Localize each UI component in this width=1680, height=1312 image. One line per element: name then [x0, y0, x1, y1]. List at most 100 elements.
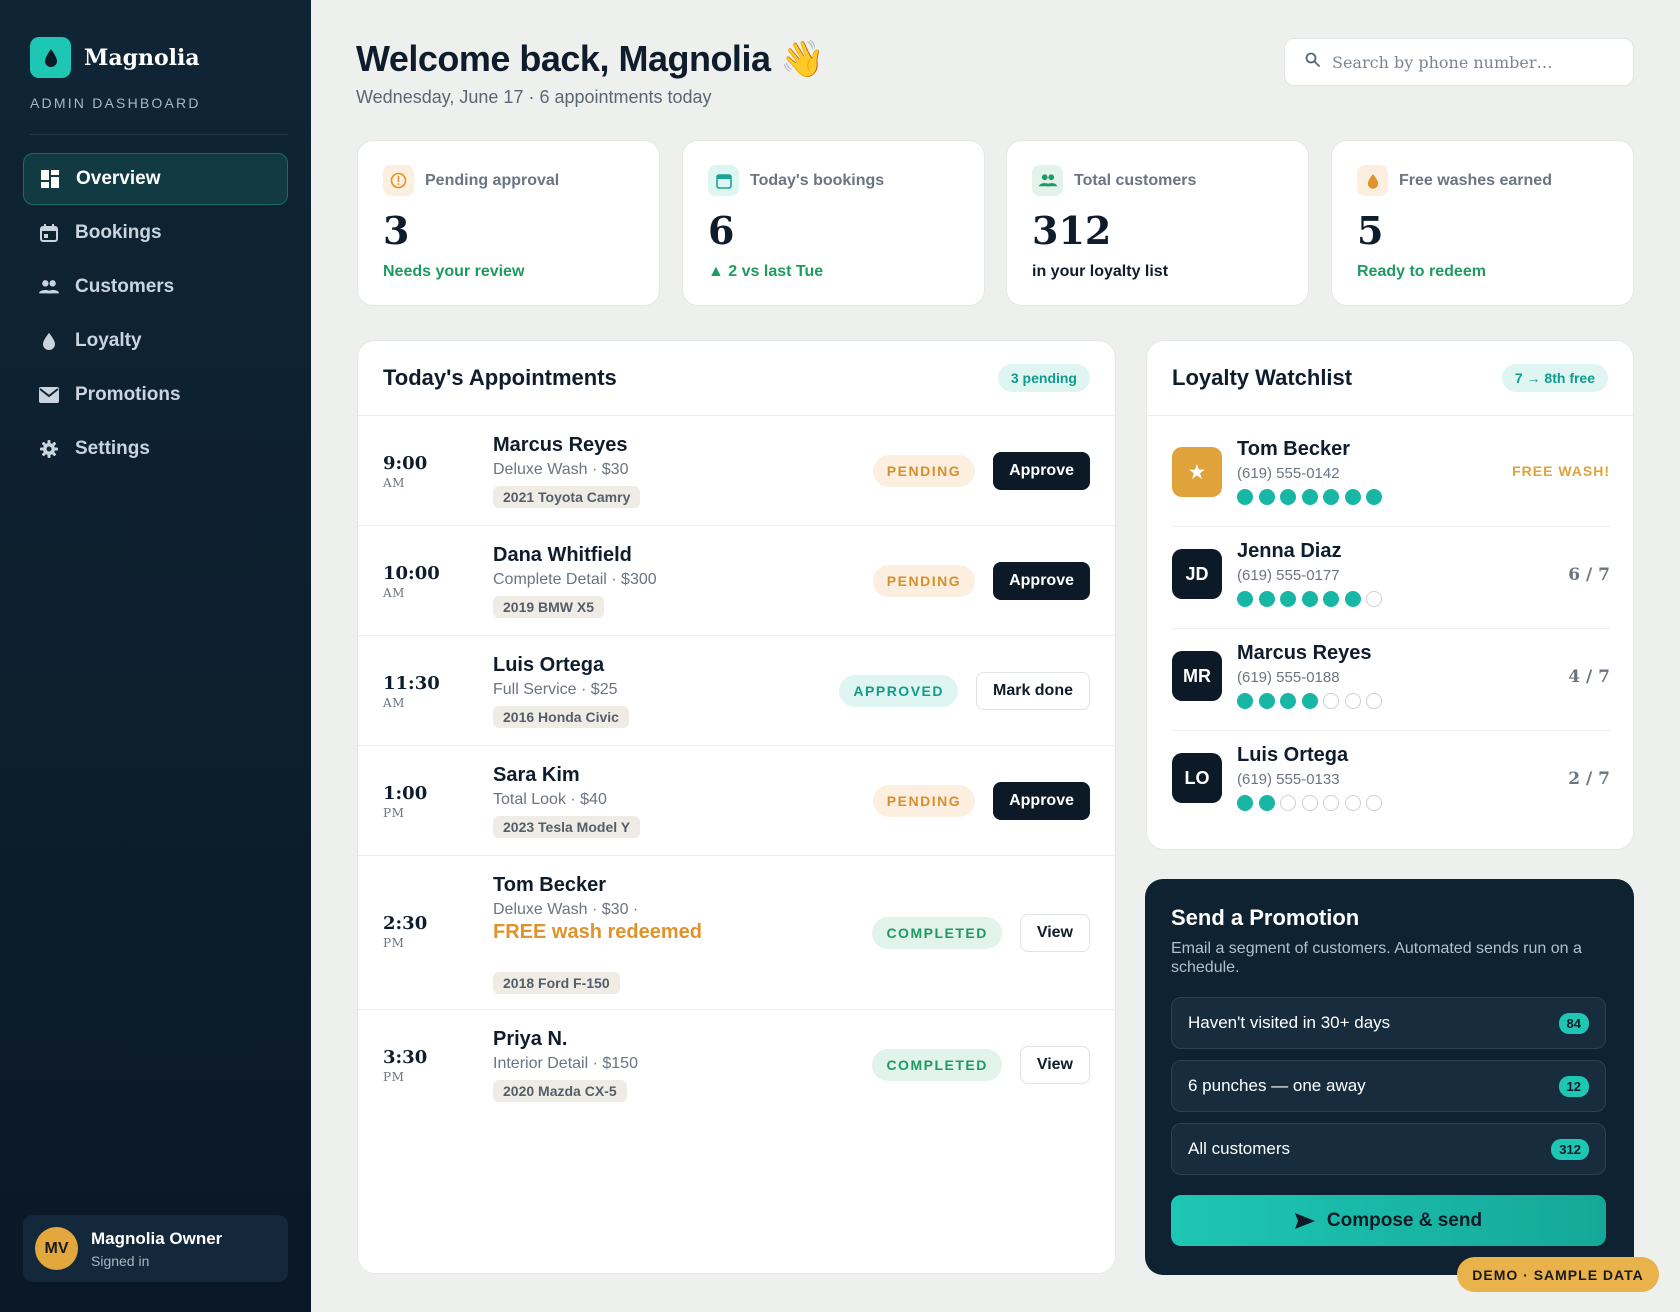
service: Complete Detail · $300 — [493, 571, 657, 588]
approve-button[interactable]: Approve — [993, 782, 1090, 820]
punch-filled — [1237, 693, 1253, 709]
appointment-row[interactable]: 3:30 PM Priya N. Interior Detail · $150 2… — [358, 1010, 1115, 1120]
status-badge: PENDING — [872, 455, 976, 487]
calendar-icon — [708, 165, 739, 196]
promotion-panel: Send a Promotion Email a segment of cust… — [1145, 879, 1634, 1275]
sidebar-divider — [30, 134, 288, 135]
people-icon — [39, 277, 59, 297]
punch-filled — [1280, 693, 1296, 709]
segment-option[interactable]: 6 punches — one away 12 — [1171, 1060, 1606, 1112]
promotion-title: Send a Promotion — [1171, 905, 1360, 930]
punch-filled — [1301, 591, 1318, 607]
avatar: JD — [1172, 549, 1222, 599]
loyalty-watchlist-panel: Loyalty Watchlist 7 → 8th free ★ Tom Bec… — [1146, 340, 1634, 850]
sidebar-item-label: Loyalty — [75, 330, 142, 351]
status-badge: COMPLETED — [872, 917, 1002, 949]
sidebar-item-settings[interactable]: Settings — [23, 423, 288, 475]
punch-empty — [1301, 795, 1318, 811]
loyalty-row[interactable]: LO Luis Ortega (619) 555-0133 2 / 7 — [1172, 731, 1610, 833]
appointment-time: 11:30 — [383, 673, 440, 694]
sidebar-item-overview[interactable]: Overview — [23, 153, 288, 205]
customer-name: Sara Kim — [493, 764, 580, 786]
segment-count: 84 — [1558, 1012, 1589, 1034]
appointment-ampm: AM — [383, 586, 405, 600]
avatar: MV — [35, 1227, 78, 1270]
stat-value: 5 — [1357, 208, 1384, 253]
loyalty-row[interactable]: ★ Tom Becker (619) 555-0142 FREE WASH! — [1172, 425, 1610, 527]
free-wash-label: FREE WASH! — [1512, 463, 1610, 479]
appointments-title: Today's Appointments — [383, 365, 617, 390]
promotion-description: Email a segment of customers. Automated … — [1171, 940, 1582, 976]
appointment-row[interactable]: 1:00 PM Sara Kim Total Look · $40 2023 Te… — [358, 746, 1115, 856]
customer-name: Tom Becker — [1237, 438, 1351, 460]
punch-empty — [1323, 693, 1339, 709]
punch-count: 2 / 7 — [1568, 769, 1610, 789]
stat-value: 3 — [383, 208, 410, 253]
customer-phone: (619) 555-0142 — [1237, 465, 1340, 482]
loyalty-row[interactable]: JD Jenna Diaz (619) 555-0177 6 / 7 — [1172, 527, 1610, 629]
approve-button[interactable]: Approve — [993, 562, 1090, 600]
search-input[interactable] — [1332, 52, 1612, 72]
mark-done-button[interactable]: Mark done — [975, 672, 1090, 710]
stat-note: in your loyalty list — [1032, 263, 1169, 280]
appointment-row[interactable]: 9:00 AM Marcus Reyes Deluxe Wash · $30 20… — [358, 416, 1115, 526]
approve-button[interactable]: Approve — [993, 452, 1090, 490]
compose-send-button[interactable]: Compose & send — [1171, 1195, 1606, 1246]
punch-empty — [1344, 693, 1361, 709]
customer-name: Luis Ortega — [1237, 744, 1349, 766]
appointment-row[interactable]: 10:00 AM Dana Whitfield Complete Detail ·… — [358, 526, 1115, 636]
stat-card-free-washes[interactable]: Free washes earned 5 Ready to redeem — [1331, 140, 1634, 306]
stat-note: Needs your review — [383, 263, 525, 280]
punch-empty — [1366, 693, 1382, 709]
segment-option[interactable]: Haven't visited in 30+ days 84 — [1171, 997, 1606, 1049]
sidebar-item-promotions[interactable]: Promotions — [23, 369, 288, 421]
avatar: LO — [1172, 753, 1222, 803]
punch-filled — [1237, 489, 1253, 505]
punch-card — [1237, 795, 1388, 811]
punch-filled — [1323, 489, 1339, 505]
sidebar-item-loyalty[interactable]: Loyalty — [23, 315, 288, 367]
customer-name: Dana Whitfield — [493, 544, 632, 566]
appointment-ampm: AM — [383, 476, 405, 490]
punch-filled — [1258, 693, 1275, 709]
sidebar-item-bookings[interactable]: Bookings — [23, 207, 288, 259]
sidebar-item-customers[interactable]: Customers — [23, 261, 288, 313]
segment-count: 312 — [1551, 1138, 1589, 1160]
droplet-icon — [39, 331, 59, 351]
appointment-row[interactable]: 11:30 AM Luis Ortega Full Service · $25 2… — [358, 636, 1115, 746]
appointment-ampm: PM — [383, 936, 405, 950]
brand[interactable]: Magnolia — [30, 37, 200, 78]
car-tag: 2018 Ford F-150 — [493, 972, 620, 994]
brand-name: Magnolia — [84, 44, 200, 71]
view-button[interactable]: View — [1019, 914, 1090, 952]
punch-filled — [1366, 489, 1382, 505]
appointment-ampm: AM — [383, 696, 405, 710]
droplet-icon — [1357, 165, 1388, 196]
stat-card-bookings[interactable]: Today's bookings 6 ▲ 2 vs last Tue — [682, 140, 985, 306]
stat-label: Today's bookings — [750, 171, 885, 189]
status-badge: APPROVED — [839, 675, 958, 707]
appointment-row[interactable]: 2:30 PM Tom Becker Deluxe Wash · $30 · FR… — [358, 856, 1115, 1010]
stat-card-pending[interactable]: Pending approval 3 Needs your review — [357, 140, 660, 306]
punch-empty — [1366, 591, 1382, 607]
punch-filled — [1301, 489, 1318, 505]
demo-badge: DEMO · SAMPLE DATA — [1457, 1257, 1659, 1292]
punch-card — [1237, 591, 1388, 607]
view-button[interactable]: View — [1019, 1046, 1090, 1084]
loyalty-title: Loyalty Watchlist — [1172, 365, 1353, 390]
loyalty-row[interactable]: MR Marcus Reyes (619) 555-0188 4 / 7 — [1172, 629, 1610, 731]
punch-count: 6 / 7 — [1568, 565, 1610, 585]
appointments-panel: Today's Appointments 3 pending 9:00 AM Ma… — [357, 340, 1116, 1274]
stat-card-customers[interactable]: Total customers 312 in your loyalty list — [1006, 140, 1309, 306]
user-card[interactable]: MV Magnolia Owner Signed in — [23, 1215, 288, 1282]
punch-card — [1237, 489, 1388, 505]
search-box[interactable] — [1284, 38, 1634, 86]
status-badge: PENDING — [872, 565, 976, 597]
gear-icon — [39, 439, 59, 459]
stat-trend: ▲ 2 vs last Tue — [708, 263, 824, 280]
service: Deluxe Wash · $30 · — [493, 901, 639, 918]
segment-option[interactable]: All customers 312 — [1171, 1123, 1606, 1175]
punch-empty — [1344, 795, 1361, 811]
punch-filled — [1258, 489, 1275, 505]
car-tag: 2023 Tesla Model Y — [493, 816, 641, 838]
